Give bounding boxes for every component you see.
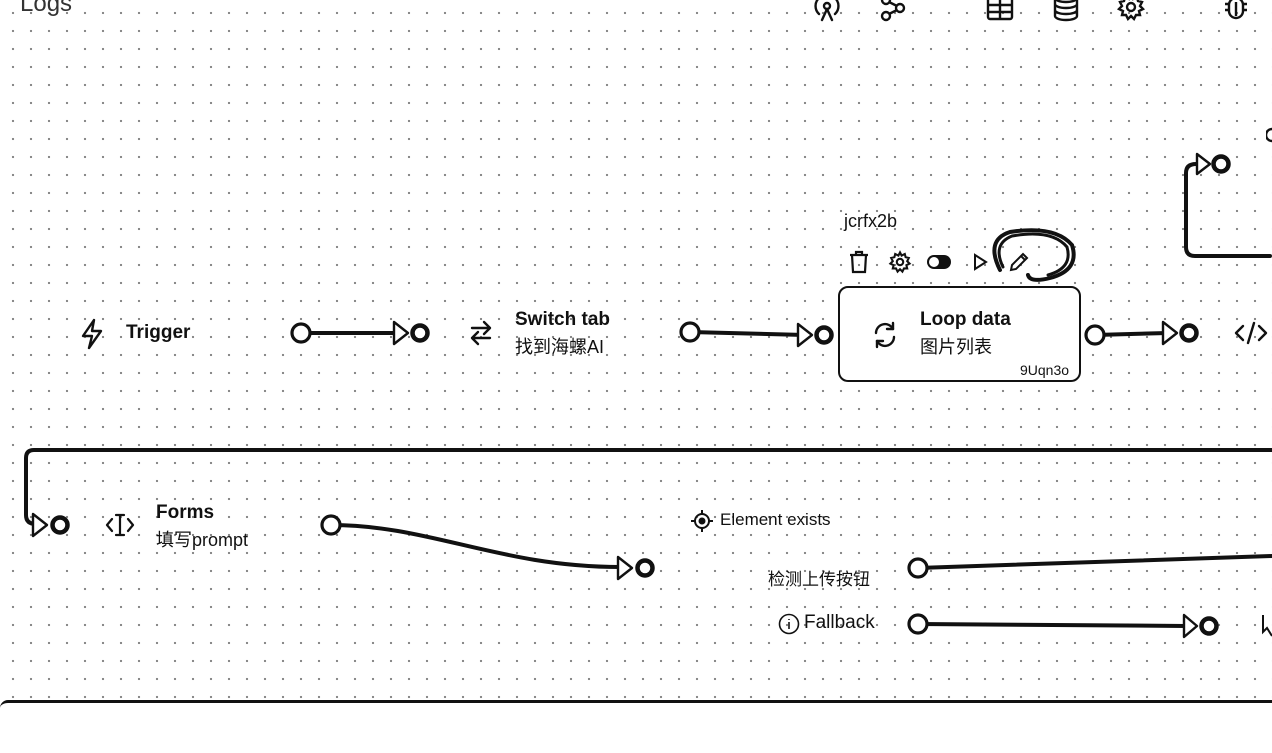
switch-tab-label[interactable]: Switch tab bbox=[515, 309, 610, 331]
play-icon[interactable] bbox=[967, 249, 993, 275]
node-settings-icon[interactable] bbox=[887, 249, 913, 275]
edit-icon[interactable] bbox=[1006, 249, 1032, 275]
condition-label: 检测上传按钮 bbox=[768, 570, 870, 589]
lightning-icon bbox=[78, 318, 106, 350]
fallback-label: Fallback bbox=[804, 612, 875, 633]
info-icon bbox=[778, 613, 800, 635]
workflow-canvas[interactable]: Logs Trigger Switch tab 找到海螺AI jcrfx2b L… bbox=[0, 0, 1272, 753]
loop-data-label[interactable]: Loop data bbox=[920, 309, 1011, 331]
loop-id-badge: 9Uqn3o bbox=[1020, 362, 1070, 378]
forms-label[interactable]: Forms bbox=[156, 502, 214, 524]
trigger-label[interactable]: Trigger bbox=[126, 322, 190, 344]
forms-description: 填写prompt bbox=[156, 530, 249, 550]
loop-data-description: 图片列表 bbox=[920, 337, 992, 357]
refresh-icon bbox=[870, 320, 900, 350]
bottom-panel bbox=[0, 700, 1272, 753]
delete-icon[interactable] bbox=[846, 249, 872, 275]
node-id-label: jcrfx2b bbox=[844, 211, 898, 231]
target-icon bbox=[690, 509, 714, 533]
offscreen-node-fragment bbox=[1264, 126, 1272, 146]
toggle-icon[interactable] bbox=[926, 249, 952, 275]
connection-wires bbox=[24, 152, 1272, 639]
swap-arrows-icon bbox=[466, 318, 496, 348]
text-cursor-icon bbox=[104, 510, 136, 540]
code-icon[interactable] bbox=[1234, 318, 1268, 348]
cursor-icon bbox=[1260, 612, 1272, 638]
element-exists-label[interactable]: Element exists bbox=[720, 510, 831, 530]
switch-tab-description: 找到海螺AI bbox=[515, 337, 605, 357]
